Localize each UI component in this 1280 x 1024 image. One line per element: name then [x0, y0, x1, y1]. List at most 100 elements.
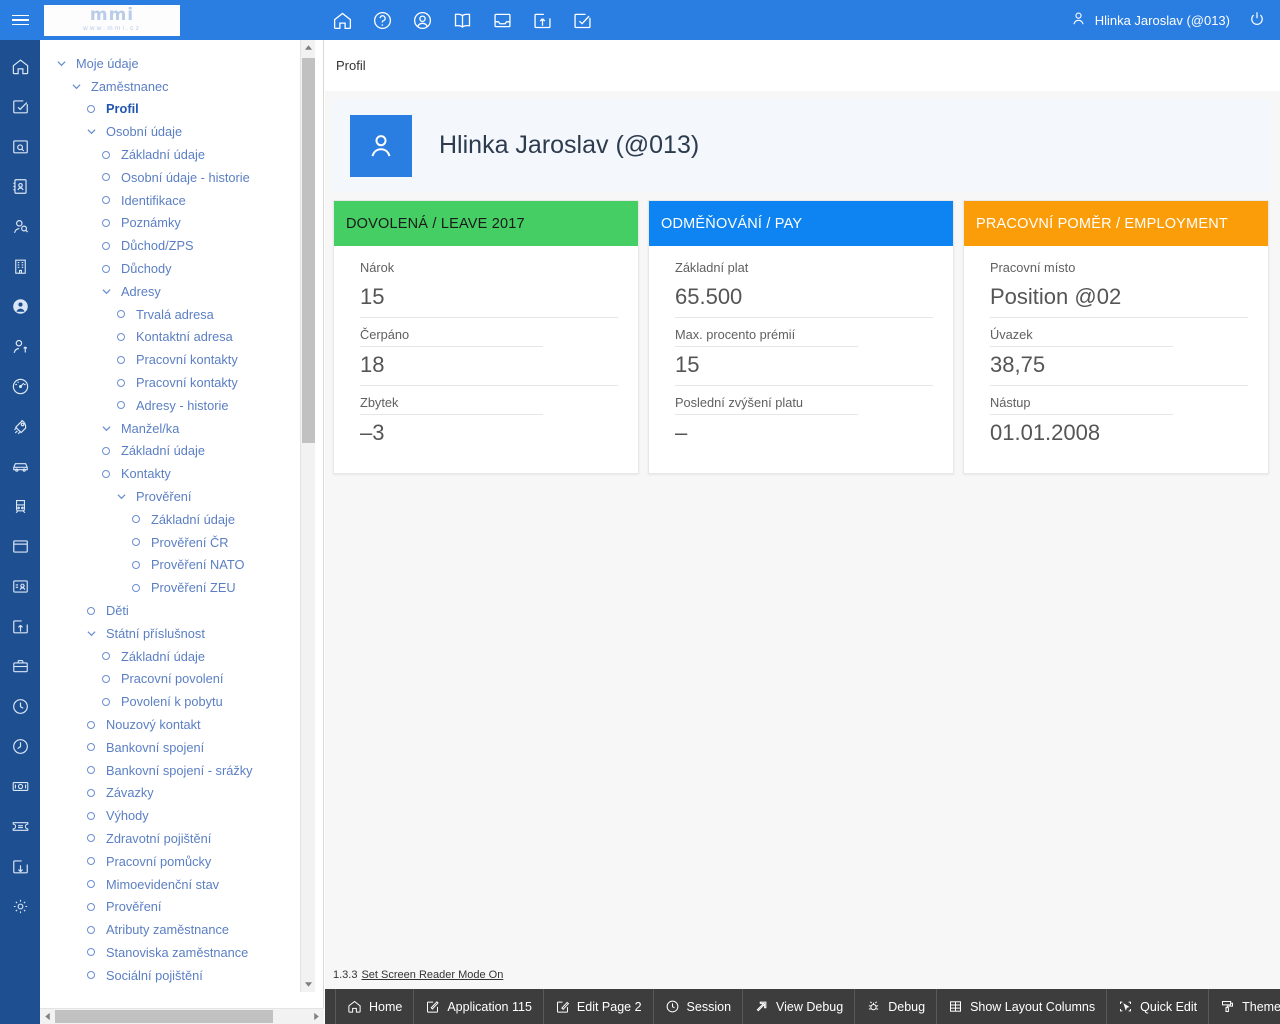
circle-bullet-icon[interactable] [97, 446, 115, 455]
tree-item[interactable]: Prověření [40, 895, 308, 918]
tree-item[interactable]: Manžel/ka [40, 417, 308, 440]
rail-money-icon[interactable] [0, 766, 40, 806]
tree-item[interactable]: Bankovní spojení - srážky [40, 759, 308, 782]
circle-bullet-icon[interactable] [127, 560, 145, 569]
tree-vertical-scrollbar[interactable] [300, 40, 315, 992]
book-icon[interactable] [452, 10, 473, 31]
rail-ticket-icon[interactable] [0, 806, 40, 846]
tree-item[interactable]: Trvalá adresa [40, 303, 308, 326]
rail-clock-icon[interactable] [0, 686, 40, 726]
circle-bullet-icon[interactable] [82, 788, 100, 797]
rail-briefcase-icon[interactable] [0, 646, 40, 686]
circle-bullet-icon[interactable] [127, 515, 145, 524]
scroll-up-arrow[interactable] [301, 40, 315, 55]
circle-bullet-icon[interactable] [82, 766, 100, 775]
tree-item[interactable]: Atributy zaměstnance [40, 918, 308, 941]
hamburger-icon[interactable] [0, 0, 40, 40]
rail-window-icon[interactable] [0, 526, 40, 566]
screen-reader-link[interactable]: Set Screen Reader Mode On [361, 969, 503, 981]
rail-clock-history-icon[interactable] [0, 726, 40, 766]
circle-bullet-icon[interactable] [97, 264, 115, 273]
home-icon[interactable] [332, 10, 353, 31]
chevron-down-icon[interactable] [82, 127, 100, 136]
rail-home-icon[interactable] [0, 46, 40, 86]
rail-window-search-icon[interactable] [0, 126, 40, 166]
scroll-right-arrow[interactable] [309, 1009, 324, 1024]
inbox-icon[interactable] [492, 10, 513, 31]
rail-train-icon[interactable] [0, 486, 40, 526]
chevron-down-icon[interactable] [97, 424, 115, 433]
rail-window-download-icon[interactable] [0, 846, 40, 886]
rail-window-check-icon[interactable] [0, 86, 40, 126]
chevron-down-icon[interactable] [97, 287, 115, 296]
tree-item[interactable]: Základní údaje [40, 143, 308, 166]
tree-item[interactable]: Prověření ČR [40, 531, 308, 554]
circle-bullet-icon[interactable] [97, 674, 115, 683]
circle-bullet-icon[interactable] [97, 241, 115, 250]
scroll-left-arrow[interactable] [40, 1009, 55, 1024]
rail-car-icon[interactable] [0, 446, 40, 486]
tree-item[interactable]: Prověření [40, 485, 308, 508]
rail-id-card-icon[interactable] [0, 566, 40, 606]
circle-bullet-icon[interactable] [82, 834, 100, 843]
circle-bullet-icon[interactable] [97, 469, 115, 478]
tree-item[interactable]: Pracovní povolení [40, 668, 308, 691]
circle-bullet-icon[interactable] [82, 971, 100, 980]
tree-item[interactable]: Pracovní pomůcky [40, 850, 308, 873]
devbar-item[interactable]: Edit Page 2 [544, 989, 654, 1024]
rail-rocket-icon[interactable] [0, 406, 40, 446]
rail-window-upload-icon[interactable] [0, 606, 40, 646]
power-icon[interactable] [1248, 10, 1266, 31]
circle-bullet-icon[interactable] [112, 332, 130, 341]
rail-gear-icon[interactable] [0, 886, 40, 926]
tree-item[interactable]: Základní údaje [40, 440, 308, 463]
tree-item[interactable]: Prověření ZEU [40, 576, 308, 599]
tree-item[interactable]: Důchod/ZPS [40, 234, 308, 257]
chevron-down-icon[interactable] [82, 629, 100, 638]
tree-horizontal-scrollbar[interactable] [40, 1008, 324, 1024]
circle-bullet-icon[interactable] [127, 583, 145, 592]
rail-building-icon[interactable] [0, 246, 40, 286]
chevron-down-icon[interactable] [67, 82, 85, 91]
circle-bullet-icon[interactable] [97, 196, 115, 205]
circle-bullet-icon[interactable] [82, 880, 100, 889]
mmi-logo[interactable]: mmi www.mmi.cz [44, 4, 180, 36]
tree-item[interactable]: Sociální pojištění [40, 964, 308, 987]
tree-item[interactable]: Důchody [40, 257, 308, 280]
circle-bullet-icon[interactable] [82, 857, 100, 866]
tree-item[interactable]: Moje údaje [40, 52, 308, 75]
circle-bullet-icon[interactable] [97, 218, 115, 227]
circle-bullet-icon[interactable] [112, 355, 130, 364]
rail-dashboard-icon[interactable] [0, 366, 40, 406]
chevron-down-icon[interactable] [52, 59, 70, 68]
tree-item[interactable]: Základní údaje [40, 508, 308, 531]
tree-item[interactable]: Děti [40, 599, 308, 622]
circle-bullet-icon[interactable] [82, 925, 100, 934]
circle-bullet-icon[interactable] [82, 104, 100, 113]
tree-item[interactable]: Profil [40, 98, 308, 121]
chevron-down-icon[interactable] [112, 492, 130, 501]
devbar-item[interactable]: Theme Roller [1209, 989, 1280, 1024]
tree-item[interactable]: Pracovní kontakty [40, 371, 308, 394]
tree-item[interactable]: Osobní údaje [40, 120, 308, 143]
tree-item[interactable]: Výhody [40, 804, 308, 827]
help-circle-icon[interactable] [372, 10, 393, 31]
rail-user-search-icon[interactable] [0, 206, 40, 246]
tree-item[interactable]: Poznámky [40, 212, 308, 235]
tree-item[interactable]: Zdravotní pojištění [40, 827, 308, 850]
tree-item[interactable]: Kontaktní adresa [40, 326, 308, 349]
support-target-icon[interactable] [412, 10, 433, 31]
rail-user-circle-filled-icon[interactable] [0, 286, 40, 326]
tree-scroll-thumb[interactable] [302, 58, 315, 443]
circle-bullet-icon[interactable] [97, 150, 115, 159]
scroll-down-arrow[interactable] [301, 977, 316, 992]
tree-item[interactable]: Pracovní kontakty [40, 348, 308, 371]
task-check-icon[interactable] [572, 10, 593, 31]
rail-user-add-icon[interactable] [0, 326, 40, 366]
devbar-item[interactable]: Session [654, 989, 744, 1024]
tree-item[interactable]: Identifikace [40, 189, 308, 212]
upload-box-icon[interactable] [532, 10, 553, 31]
tree-item[interactable]: Osobní údaje - historie [40, 166, 308, 189]
tree-hscroll-thumb[interactable] [55, 1010, 273, 1023]
tree-item[interactable]: Prověření NATO [40, 554, 308, 577]
